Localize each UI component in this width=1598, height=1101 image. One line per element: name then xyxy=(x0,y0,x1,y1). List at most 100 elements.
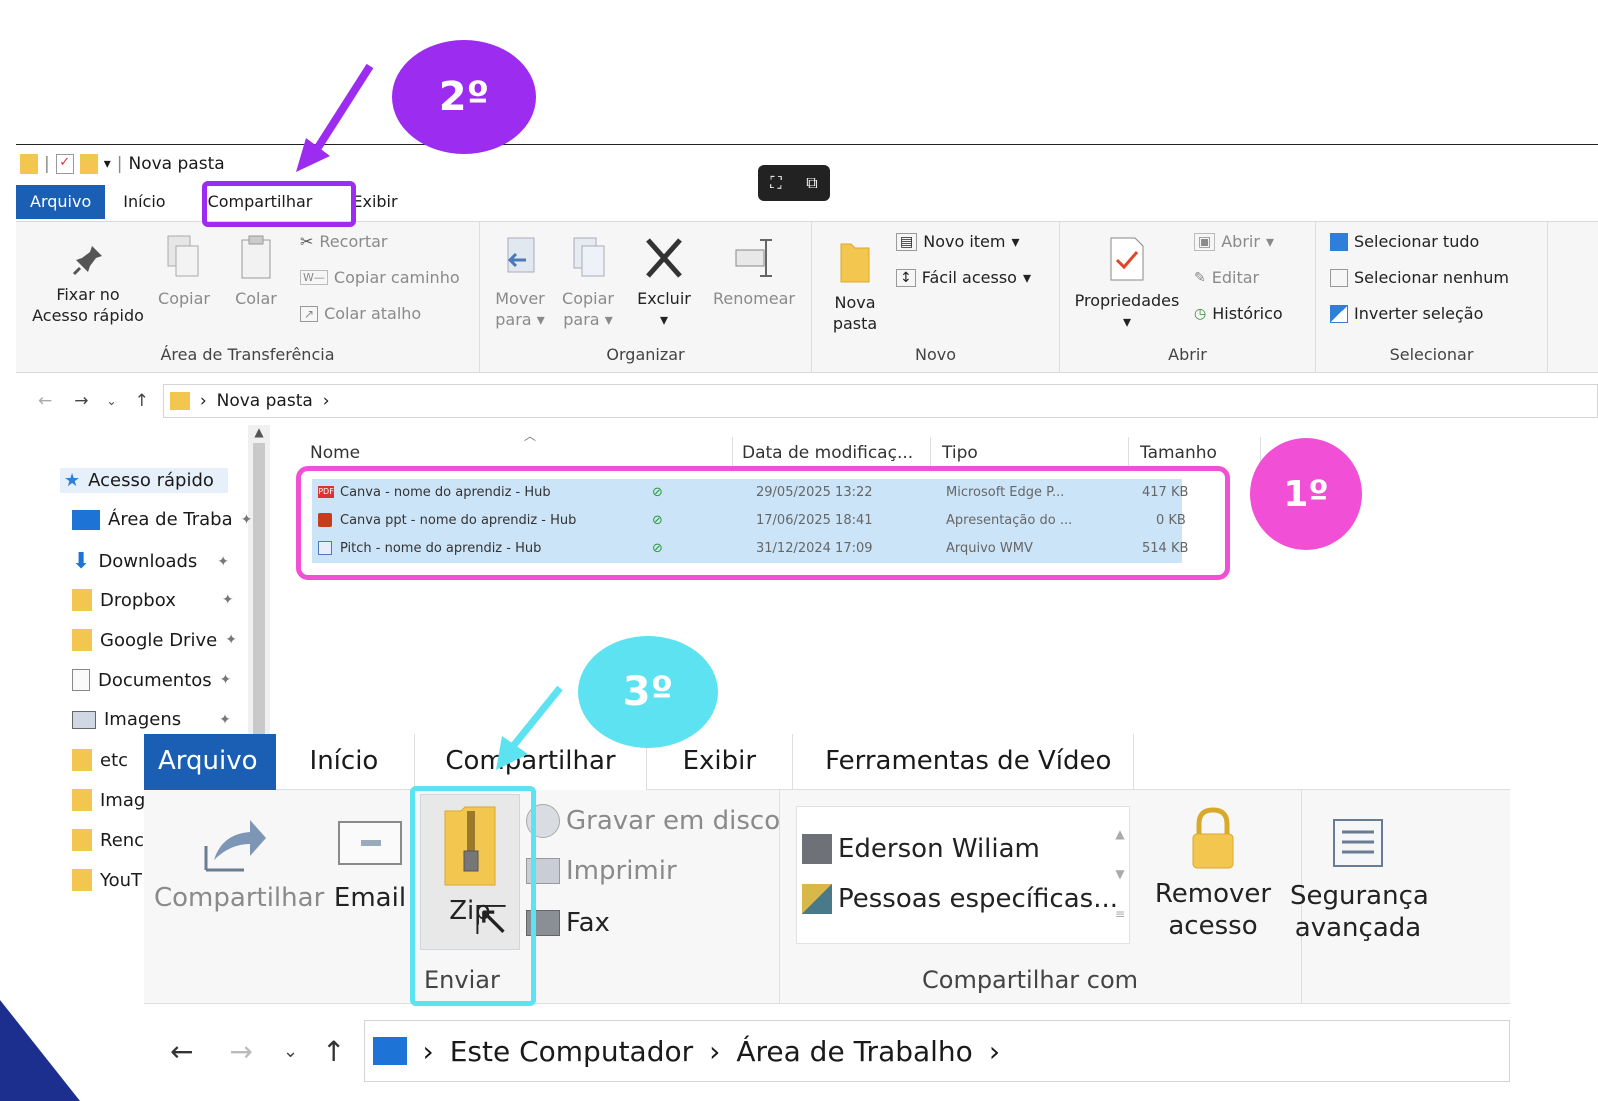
email-button[interactable]: Email xyxy=(328,810,412,914)
customize-toolbar-icon[interactable]: ▾ xyxy=(104,156,111,172)
folder-icon xyxy=(20,154,38,174)
pin-icon: ✦ xyxy=(240,511,253,528)
copy-button[interactable]: Copiar xyxy=(156,234,212,309)
recent-chevron-icon[interactable]: ⌄ xyxy=(283,1041,298,1062)
desktop-icon xyxy=(72,509,100,530)
shortcut-icon: ↗ xyxy=(300,305,319,322)
column-date[interactable]: Data de modificaç... xyxy=(742,443,913,463)
nav-google-drive[interactable]: Google Drive ✦ xyxy=(72,629,237,651)
invert-selection-icon xyxy=(1330,304,1348,323)
column-type[interactable]: Tipo xyxy=(942,443,978,463)
folder-icon xyxy=(169,392,190,410)
share-button[interactable]: Compartilhar xyxy=(154,810,324,914)
nav-quick-access[interactable]: ★ Acesso rápido xyxy=(60,468,228,493)
path-box[interactable]: › Este Computador › Área de Trabalho › xyxy=(363,1020,1510,1082)
group-label-organize: Organizar xyxy=(606,345,685,364)
move-to-button[interactable]: Mover para ▾ xyxy=(490,234,550,330)
path-segment-desktop[interactable]: Área de Trabalho xyxy=(736,1035,972,1068)
pin-icon: ✦ xyxy=(217,553,230,570)
back-arrow-icon[interactable]: ← xyxy=(38,391,52,411)
easy-access-button[interactable]: ↕ Fácil acesso ▾ xyxy=(896,268,1031,287)
folder-icon xyxy=(72,749,92,771)
fullscreen-icon[interactable]: ⛶ xyxy=(770,173,781,193)
properties-button[interactable]: Propriedades ▾ xyxy=(1068,234,1186,332)
group-organize: Mover para ▾ Copiar para ▾ Excluir ▾ Renome… xyxy=(480,222,812,372)
remove-access-button[interactable]: Remover acesso xyxy=(1148,806,1278,942)
invert-selection-button[interactable]: Inverter seleção xyxy=(1330,304,1483,323)
properties-icon xyxy=(1110,237,1144,281)
paste-button[interactable]: Colar xyxy=(228,234,284,309)
nav-documents[interactable]: Documentos ✦ xyxy=(72,669,231,691)
nav-images[interactable]: Imagens ✦ xyxy=(72,709,231,730)
group-label-clipboard: Área de Transferência xyxy=(160,345,335,364)
gallery-scroll[interactable]: ▲ ▼ ≡ xyxy=(1110,814,1130,934)
rename-button[interactable]: Renomear xyxy=(706,234,802,309)
new-folder-icon xyxy=(840,243,870,283)
nav-yout[interactable]: YouT xyxy=(72,869,142,891)
picture-in-picture-icon[interactable]: ⧉ xyxy=(806,173,817,193)
copy-path-button[interactable]: W— Copiar caminho xyxy=(300,268,460,287)
clipboard-icon xyxy=(241,235,271,279)
advanced-security-button[interactable]: Segurança avançada xyxy=(1290,814,1429,944)
burn-disc-button[interactable]: Gravar em disco xyxy=(526,804,780,838)
copy-to-button[interactable]: Copiar para ▾ xyxy=(558,234,618,330)
tab-arquivo[interactable]: Arquivo xyxy=(16,185,106,219)
path-icon: W— xyxy=(300,270,328,285)
path-box[interactable]: › Nova pasta › xyxy=(162,384,1598,418)
share-ribbon: Compartilhar Email Zip ⇱ Gravar em disco… xyxy=(144,790,1510,1004)
step-2-badge: 2º xyxy=(392,40,536,154)
column-size[interactable]: Tamanho xyxy=(1140,443,1217,463)
print-button[interactable]: Imprimir xyxy=(526,856,677,886)
back-arrow-icon[interactable]: ← xyxy=(170,1035,193,1068)
paste-shortcut-button[interactable]: ↗ Colar atalho xyxy=(300,304,421,323)
up-arrow-icon[interactable]: ↑ xyxy=(135,391,149,411)
contacts-gallery[interactable] xyxy=(796,806,1130,944)
properties-quick-icon[interactable]: ✓ xyxy=(55,154,74,174)
edit-button[interactable]: ✎ Editar xyxy=(1194,268,1259,287)
new-item-button[interactable]: ▤ Novo item ▾ xyxy=(896,232,1020,251)
delete-button[interactable]: Excluir ▾ xyxy=(630,234,698,330)
tab-ferramentas-de-video[interactable]: Ferramentas de Vídeo xyxy=(793,734,1135,790)
select-all-button[interactable]: Selecionar tudo xyxy=(1330,232,1479,251)
recent-chevron-icon[interactable]: ⌄ xyxy=(107,394,117,408)
path-segment-computer[interactable]: Este Computador xyxy=(450,1035,693,1068)
nav-desktop[interactable]: Área de Traba ✦ xyxy=(72,509,252,530)
group-label-select: Selecionar xyxy=(1389,345,1474,364)
user-avatar-icon xyxy=(802,834,832,864)
up-arrow-icon[interactable]: ↑ xyxy=(322,1035,345,1068)
nav-dropbox[interactable]: Dropbox ✦ xyxy=(72,589,234,611)
fax-button[interactable]: Fax xyxy=(526,908,610,938)
pin-quick-access-button[interactable]: Fixar no Acesso rápido xyxy=(28,242,148,326)
history-button[interactable]: ◷ Histórico xyxy=(1194,304,1283,323)
nav-imag[interactable]: Imag xyxy=(72,789,145,811)
new-folder-quick-icon[interactable] xyxy=(79,154,98,174)
column-name[interactable]: Nome xyxy=(310,443,360,463)
nav-downloads[interactable]: ⬇ Downloads ✦ xyxy=(72,549,229,574)
ribbon-home: Fixar no Acesso rápido Copiar Colar ✂ Rec… xyxy=(16,221,1598,373)
contact-specific-people[interactable]: Pessoas específicas... xyxy=(802,884,1118,914)
ribbon-tabs-zoom: Arquivo Início Compartilhar Exibir Ferra… xyxy=(144,734,1510,791)
document-icon xyxy=(72,669,90,691)
forward-arrow-icon[interactable]: → xyxy=(74,391,88,411)
path-segment[interactable]: Nova pasta xyxy=(217,391,313,411)
scroll-up-icon[interactable]: ▲ xyxy=(248,425,270,439)
contact-ederson[interactable]: Ederson Wiliam xyxy=(802,834,1040,864)
tab-inicio[interactable]: Início xyxy=(276,734,415,790)
tab-inicio[interactable]: Início xyxy=(105,185,183,219)
group-open: Propriedades ▾ ▣ Abrir ▾ ✎ Editar ◷ Históric… xyxy=(1060,222,1316,372)
select-none-button[interactable]: Selecionar nenhum xyxy=(1330,268,1509,287)
nav-etc[interactable]: etc xyxy=(72,749,128,771)
group-new: Nova pasta ▤ Novo item ▾ ↕ Fácil acesso ▾ N… xyxy=(812,222,1060,372)
copy-icon xyxy=(167,235,199,277)
group-select: Selecionar tudo Selecionar nenhum Invert… xyxy=(1316,222,1548,372)
tab-arquivo[interactable]: Arquivo xyxy=(144,734,276,790)
nav-renc[interactable]: Renc xyxy=(72,829,144,851)
new-folder-button[interactable]: Nova pasta xyxy=(820,238,890,334)
address-bar-zoom: ← → ⌄ ↑ › Este Computador › Área de Trab… xyxy=(144,1016,1510,1086)
forward-arrow-icon[interactable]: → xyxy=(229,1035,252,1068)
folder-icon xyxy=(72,789,92,811)
step-3-highlight xyxy=(410,786,536,1006)
cut-button[interactable]: ✂ Recortar xyxy=(300,232,387,251)
open-button[interactable]: ▣ Abrir ▾ xyxy=(1194,232,1274,251)
step-1-badge: 1º xyxy=(1250,438,1362,550)
